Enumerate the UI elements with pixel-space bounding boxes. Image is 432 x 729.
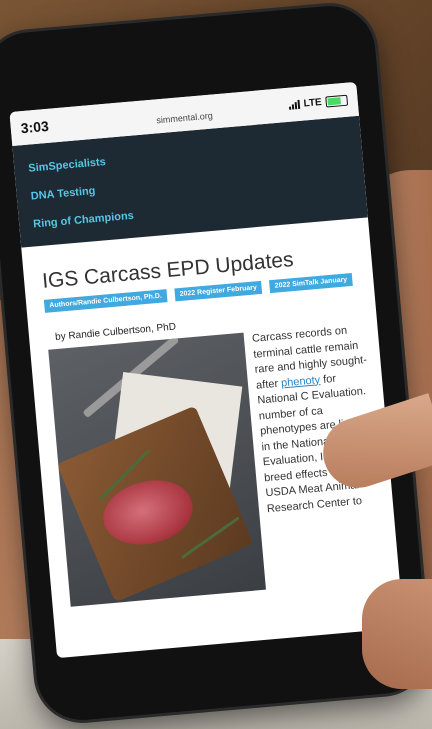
battery-icon — [325, 94, 349, 108]
article: IGS Carcass EPD Updates Authors/Randie C… — [21, 217, 399, 608]
thumb — [362, 579, 432, 689]
phone-screen: 3:03 simmental.org LTE SimSpecialists DN… — [9, 81, 404, 659]
tag-simtalk-january[interactable]: 2022 SimTalk January — [269, 272, 353, 294]
steak-photo — [48, 332, 266, 607]
tag-authors[interactable]: Authors/Randie Culbertson, Ph.D. — [43, 289, 168, 313]
phenotype-link[interactable]: phenoty — [281, 374, 321, 389]
tag-register-february[interactable]: 2022 Register February — [174, 280, 263, 302]
